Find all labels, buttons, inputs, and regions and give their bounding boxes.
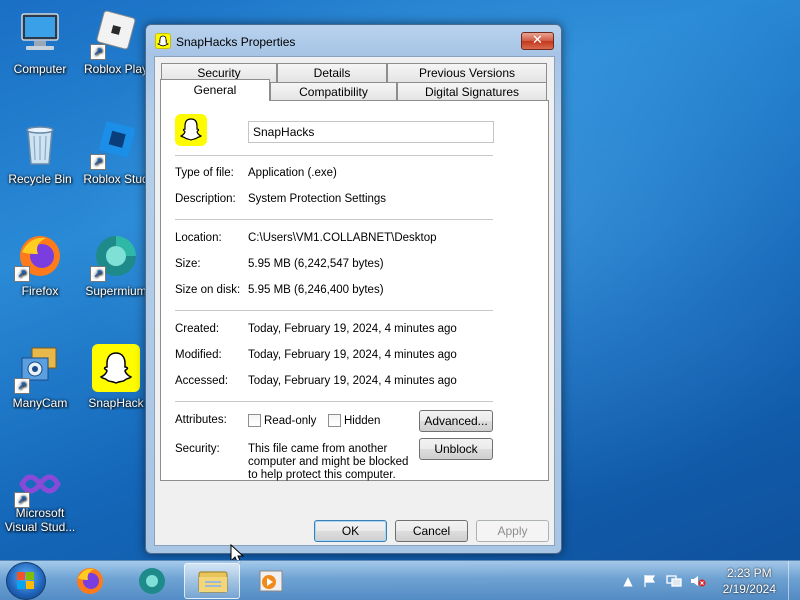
desktop-icon-label: Recycle Bin [8,172,72,186]
snapchat-ghost-icon [175,114,207,146]
size-value: 5.95 MB (6,242,547 bytes) [248,258,384,270]
firefox-icon [77,568,103,594]
show-hidden-icons-icon[interactable]: ▲ [620,574,636,588]
start-button[interactable] [6,562,46,600]
folder-icon [198,571,228,593]
shortcut-arrow-icon: ↗ [90,266,106,282]
desktop-icon-roblox-player[interactable]: ↗ Roblox Play [78,10,154,76]
unblock-button[interactable]: Unblock [419,438,493,460]
snapchat-ghost-icon [92,344,140,392]
taskbar-media-player[interactable] [244,563,300,599]
network-icon[interactable] [666,574,682,588]
taskbar-firefox[interactable] [62,563,118,599]
desktop-icon-label: Supermium [85,284,147,298]
size-label: Size: [175,258,201,270]
desktop-icon-supermium[interactable]: ↗ Supermium [78,232,154,298]
tab-compatibility[interactable]: Compatibility [270,82,397,101]
dialog-client-area: Security Details Previous Versions Gener… [154,56,555,546]
description-value: System Protection Settings [248,193,387,205]
desktop-icon-snaphack[interactable]: SnapHack [78,344,154,410]
desktop-icon-label: SnapHack [88,396,144,410]
system-clock[interactable]: 2:23 PM 2/19/2024 [723,565,776,597]
desktop-icon-label: Computer [13,62,67,76]
size-on-disk-value: 5.95 MB (6,246,400 bytes) [248,284,384,296]
desktop-icon-label: Microsoft [15,506,65,520]
type-of-file-label: Type of file: [175,167,234,179]
description-label: Description: [175,193,236,205]
separator [175,310,493,311]
desktop-icon-label: Roblox Stud [83,172,149,186]
readonly-checkbox[interactable] [248,414,261,427]
security-label: Security: [175,443,220,455]
shortcut-arrow-icon: ↗ [14,492,30,508]
ok-button[interactable]: OK [314,520,387,542]
visual-studio-icon: ↗ [14,466,64,508]
tab-details[interactable]: Details [277,63,387,82]
title-bar[interactable]: SnapHacks Properties ✕ [146,25,561,55]
firefox-icon: ↗ [14,232,64,282]
accessed-value: Today, February 19, 2024, 4 minutes ago [248,375,457,387]
taskbar: ▲ 2:23 PM 2/19/2024 [0,560,800,600]
created-label: Created: [175,323,220,335]
separator [175,401,493,402]
tab-general[interactable]: General [160,79,270,101]
shortcut-arrow-icon: ↗ [90,154,106,170]
readonly-label: Read-only [264,415,317,427]
clock-date: 2/19/2024 [722,582,776,596]
show-desktop-button[interactable] [788,561,800,600]
tab-previous-versions[interactable]: Previous Versions [387,63,547,82]
taskbar-supermium[interactable] [124,563,180,599]
volume-muted-icon[interactable] [690,574,706,588]
location-value: C:\Users\VM1.COLLABNET\Desktop [248,232,437,244]
security-warning-text: This file came from another computer and… [248,443,409,481]
type-of-file-value: Application (.exe) [248,167,337,179]
desktop-icon-label: ManyCam [12,396,68,410]
snapchat-ghost-icon [155,33,171,49]
advanced-button[interactable]: Advanced... [419,410,493,432]
desktop-icon-recycle-bin[interactable]: Recycle Bin [2,120,78,186]
recycle-bin-icon [16,120,64,168]
shortcut-arrow-icon: ↗ [14,378,30,394]
action-center-flag-icon[interactable] [642,574,658,588]
desktop-icon-computer[interactable]: Computer [2,10,78,76]
properties-window[interactable]: SnapHacks Properties ✕ Security Details … [145,24,562,554]
desktop-icon-label: Roblox Play [83,62,149,76]
size-on-disk-label: Size on disk: [175,284,241,296]
separator [175,219,493,220]
attributes-label: Attributes: [175,414,227,426]
accessed-label: Accessed: [175,375,229,387]
window-title: SnapHacks Properties [176,35,296,49]
computer-icon [16,10,64,58]
general-tab-panel: Type of file: Application (.exe) Descrip… [160,100,549,481]
desktop-icon-roblox-studio[interactable]: ↗ Roblox Stud [78,120,154,186]
close-button[interactable]: ✕ [521,32,554,50]
desktop-icon-firefox[interactable]: ↗ Firefox [2,232,78,298]
cancel-button[interactable]: Cancel [395,520,468,542]
desktop-icon-manycam[interactable]: ↗ ManyCam [2,344,78,410]
modified-value: Today, February 19, 2024, 4 minutes ago [248,349,457,361]
desktop-icon-label: Visual Stud... [4,520,76,534]
tab-digital-signatures[interactable]: Digital Signatures [397,82,547,101]
modified-label: Modified: [175,349,222,361]
shortcut-arrow-icon: ↗ [90,44,106,60]
media-player-icon [259,570,283,592]
created-value: Today, February 19, 2024, 4 minutes ago [248,323,457,335]
roblox-studio-icon: ↗ [90,120,140,170]
roblox-icon: ↗ [90,10,140,60]
desktop-icon-visual-studio[interactable]: ↗ Microsoft Visual Stud... [2,466,78,534]
shortcut-arrow-icon: ↗ [14,266,30,282]
taskbar-explorer[interactable] [184,563,240,599]
hidden-label: Hidden [344,415,381,427]
separator [175,155,493,156]
supermium-icon [139,568,165,594]
apply-button: Apply [476,520,549,542]
manycam-icon: ↗ [14,344,64,394]
file-name-input[interactable] [248,121,494,143]
hidden-checkbox[interactable] [328,414,341,427]
supermium-icon: ↗ [90,232,140,282]
location-label: Location: [175,232,222,244]
desktop-icon-label: Firefox [21,284,59,298]
clock-time: 2:23 PM [726,566,772,580]
